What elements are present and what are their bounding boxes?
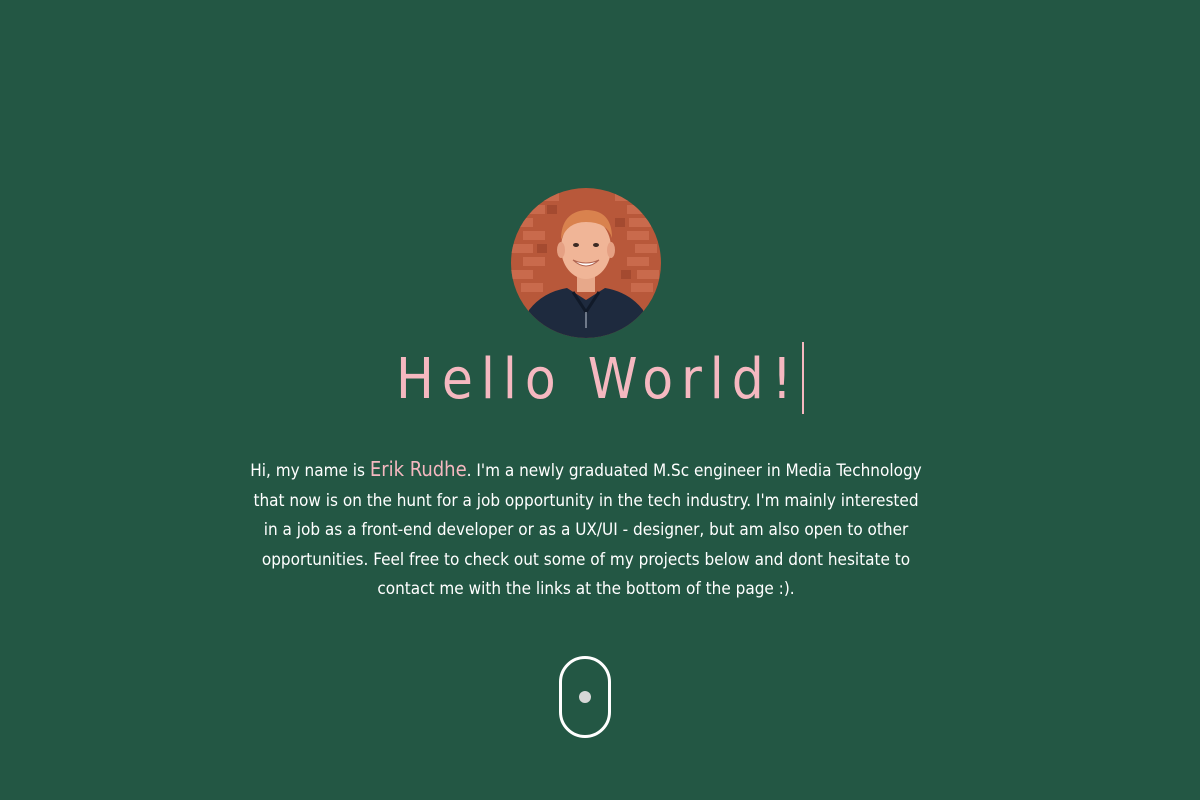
profile-photo xyxy=(511,188,661,338)
mouse-scroll-icon xyxy=(579,691,591,703)
typing-caret xyxy=(801,342,804,414)
hero-heading-text: Hello World! xyxy=(396,347,800,412)
intro-name: Erik Rudhe xyxy=(369,457,467,481)
intro-text-after-name: . I'm a newly graduated M.Sc engineer in… xyxy=(253,461,922,599)
hero-heading: Hello World! xyxy=(0,340,1200,420)
hero-section: Hello World! Hi, my name is Erik Rudhe. … xyxy=(0,0,1200,800)
intro-paragraph: Hi, my name is Erik Rudhe. I'm a newly g… xyxy=(250,455,922,605)
avatar xyxy=(511,188,661,338)
scroll-down-button[interactable] xyxy=(559,656,611,738)
intro-text-before-name: Hi, my name is xyxy=(250,461,370,481)
